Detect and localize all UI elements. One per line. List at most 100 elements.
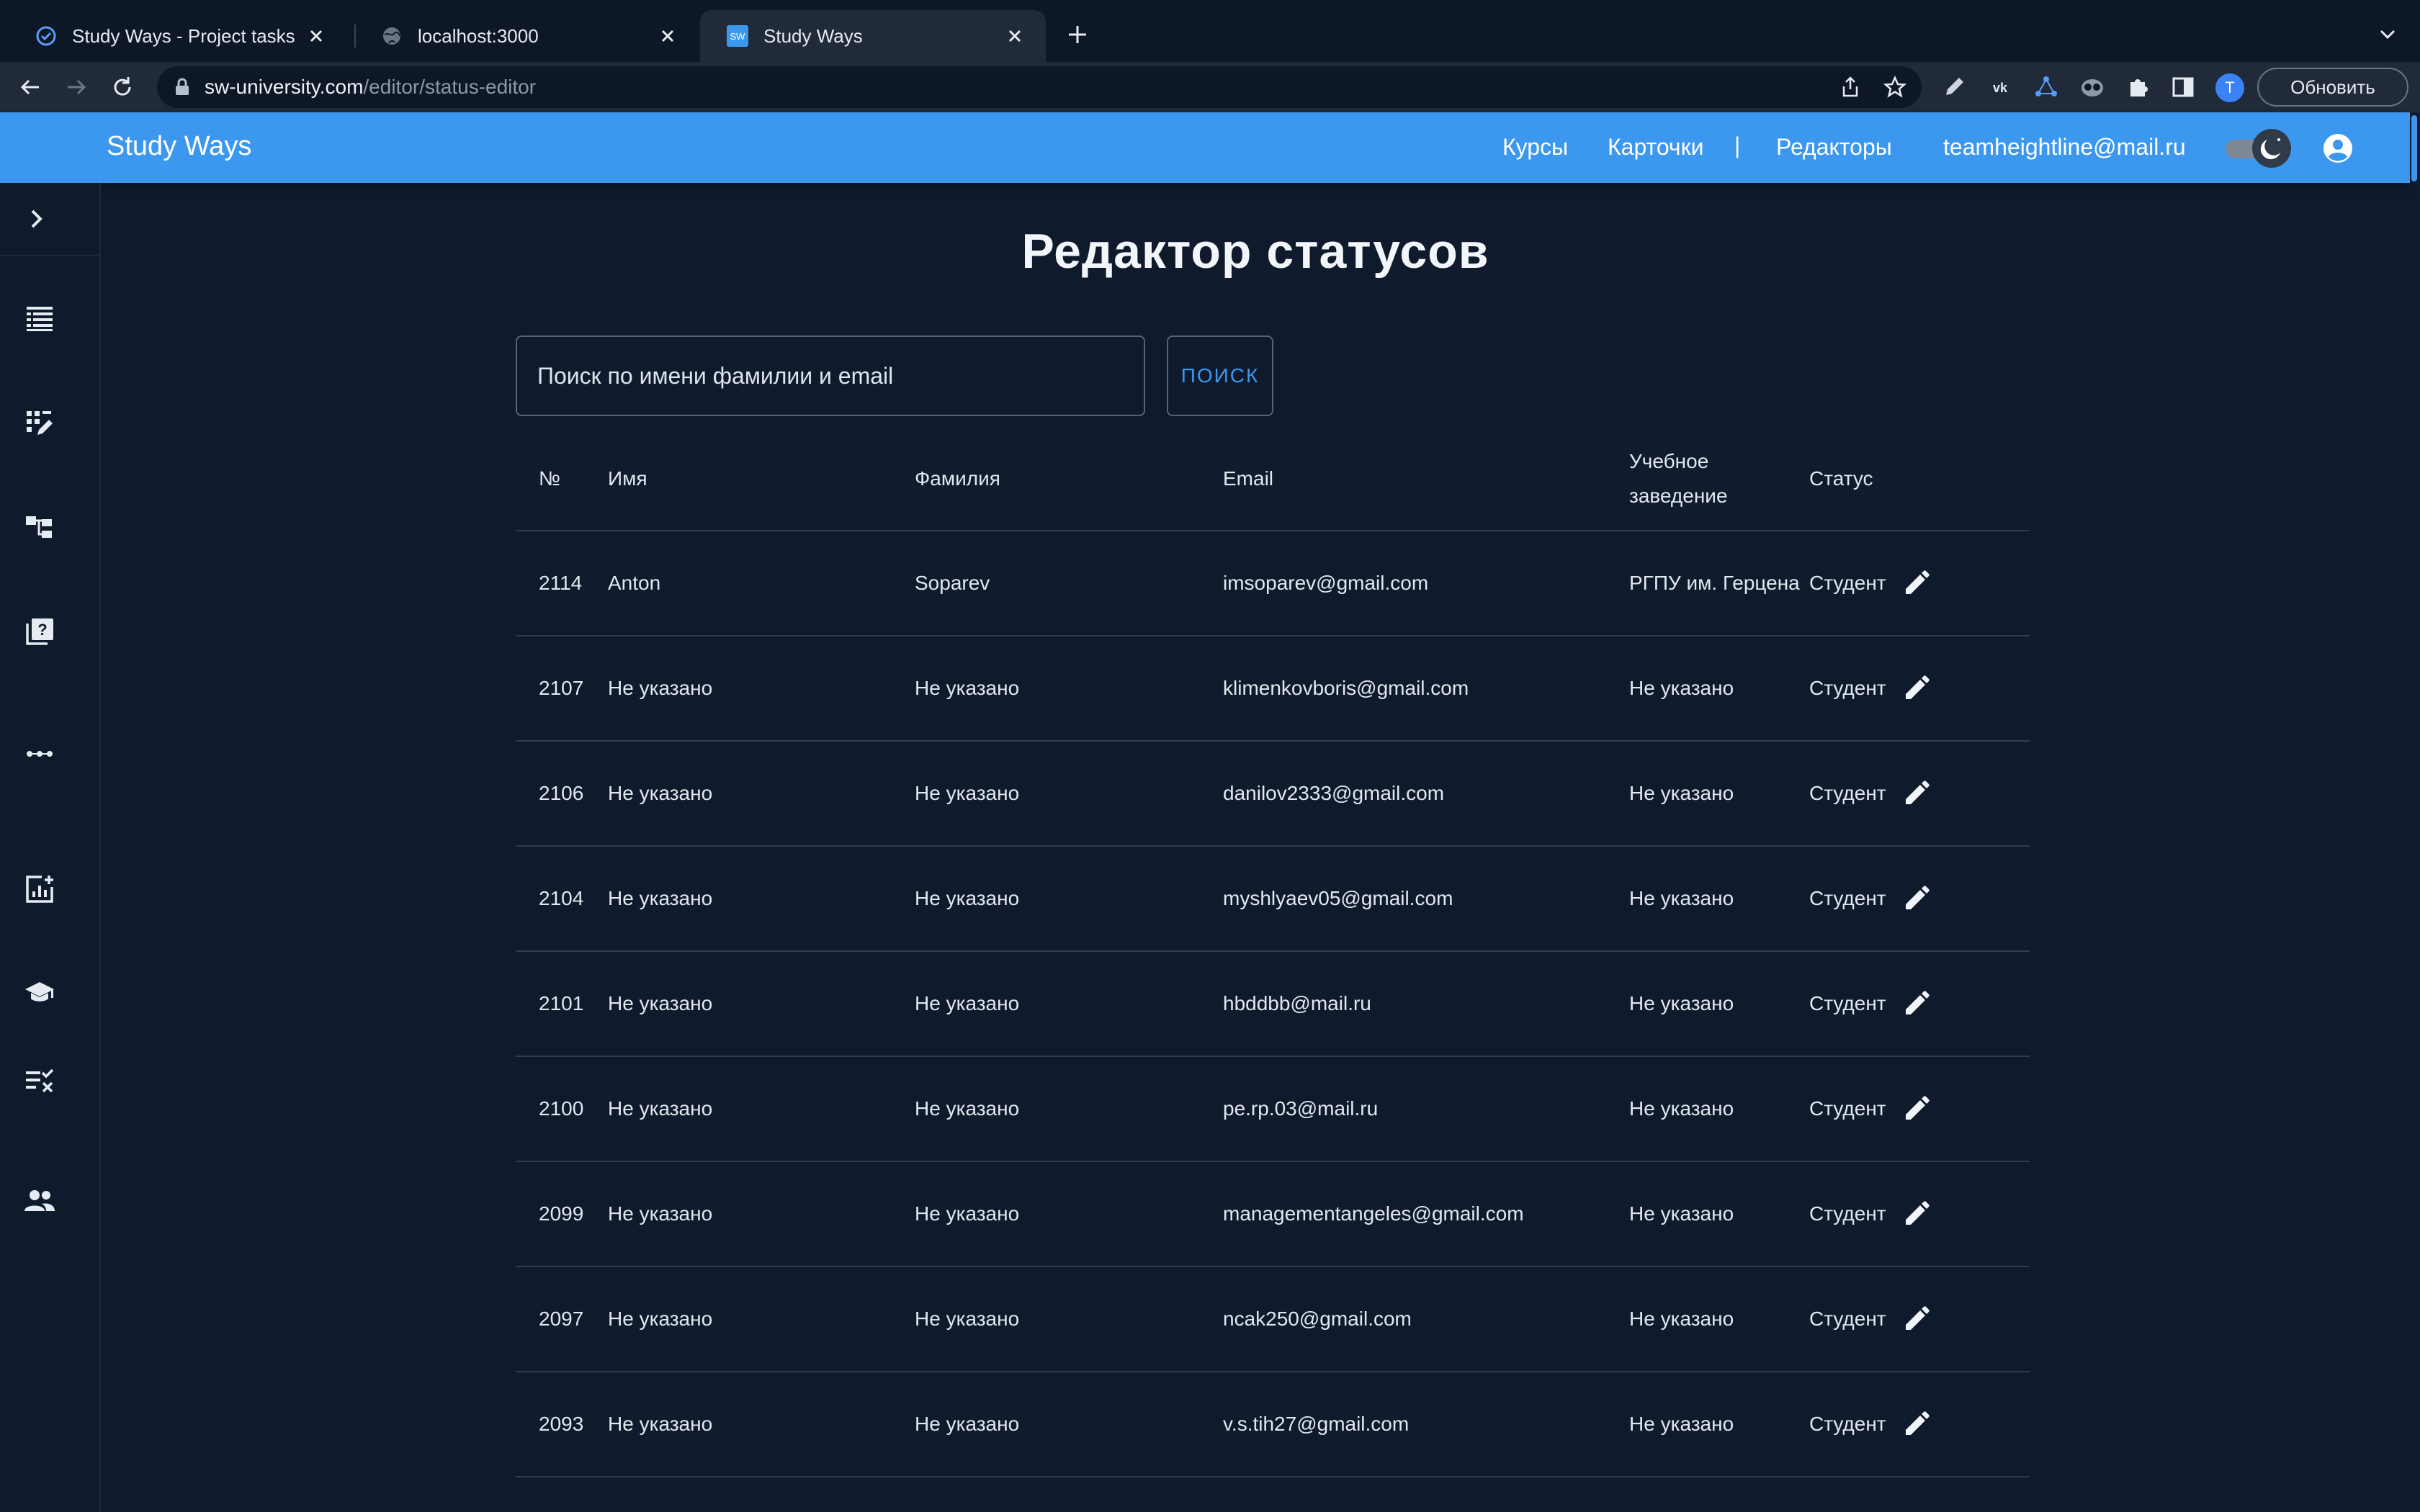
close-icon[interactable]: [657, 25, 678, 47]
quiz-icon[interactable]: ?: [23, 615, 56, 648]
status-text: Студент: [1809, 1097, 1886, 1120]
add-chart-icon[interactable]: [23, 873, 56, 906]
tab-study-ways[interactable]: SW Study Ways: [700, 10, 1046, 62]
cell-status: Студент: [1809, 1198, 1932, 1230]
search-input[interactable]: Поиск по имени фамилии и email: [516, 336, 1145, 416]
cell-surname: Не указано: [915, 1308, 1020, 1330]
cell-name: Не указано: [608, 782, 713, 804]
user-email[interactable]: teamheightline@mail.ru: [1943, 134, 2186, 161]
cell-institution: Не указано: [1629, 992, 1734, 1014]
app-header: Study Ways Курсы Карточки | Редакторы te…: [0, 112, 2410, 183]
cell-id: 2097: [539, 1308, 584, 1330]
page-title: Редактор статусов: [1021, 224, 1489, 279]
cell-institution: Не указано: [1629, 1413, 1734, 1435]
cell-surname: Не указано: [915, 782, 1020, 804]
url-host: sw-university.com: [205, 76, 364, 98]
pen-extension-icon[interactable]: [1940, 73, 1968, 101]
nav-link-editors[interactable]: Редакторы: [1776, 134, 1892, 161]
table-row: 2101 Не указано Не указано hbddbb@mail.r…: [516, 952, 2030, 1057]
school-icon[interactable]: [23, 976, 56, 1009]
back-arrow-icon[interactable]: [17, 74, 43, 100]
cell-status: Студент: [1809, 567, 1932, 599]
table-body: 2114 Anton Soparev imsoparev@gmail.com Р…: [516, 531, 2030, 1477]
network-extension-icon[interactable]: [2033, 73, 2060, 101]
table-row: 2093 Не указано Не указано v.s.tih27@gma…: [516, 1372, 2030, 1477]
task-check-icon: [36, 26, 56, 46]
tab-label: Study Ways: [763, 24, 863, 47]
pencil-edit-icon[interactable]: [1901, 988, 1932, 1020]
update-browser-button[interactable]: Обновить: [2257, 68, 2408, 107]
hierarchy-icon[interactable]: [23, 510, 56, 544]
chevron-down-icon[interactable]: [2377, 23, 2398, 45]
cell-name: Не указано: [608, 677, 713, 699]
cell-surname: Не указано: [915, 677, 1020, 699]
profile-avatar[interactable]: T: [2215, 73, 2244, 102]
column-header-institution: Учебное заведение: [1629, 450, 1728, 507]
cell-surname: Не указано: [915, 1413, 1020, 1435]
address-bar[interactable]: sw-university.com /editor/status-editor: [157, 66, 1922, 108]
close-icon[interactable]: [305, 25, 327, 47]
pencil-edit-icon[interactable]: [1901, 672, 1932, 704]
users-status-table: № Имя Фамилия Email Учебное заведение Ст…: [516, 428, 2030, 1477]
edit-grid-icon[interactable]: [23, 406, 56, 439]
cell-name: Не указано: [608, 1413, 713, 1435]
theme-toggle-switch[interactable]: [2223, 128, 2295, 168]
people-icon[interactable]: [23, 1184, 56, 1217]
new-tab-icon[interactable]: [1065, 22, 1090, 48]
tab-project-tasks[interactable]: Study Ways - Project tasks - W: [9, 10, 347, 62]
tab-localhost[interactable]: localhost:3000: [354, 10, 699, 62]
page-scrollbar-track[interactable]: [2410, 112, 2420, 1512]
cell-surname: Не указано: [915, 887, 1020, 909]
cell-institution: Не указано: [1629, 887, 1734, 909]
svg-text:vk: vk: [1993, 81, 2008, 95]
favicon-text: SW: [730, 31, 746, 42]
cell-institution: Не указано: [1629, 782, 1734, 804]
owl-extension-icon[interactable]: [2079, 73, 2106, 101]
cell-name: Не указано: [608, 992, 713, 1014]
page-scrollbar-thumb[interactable]: [2411, 115, 2417, 181]
close-icon[interactable]: [1004, 25, 1026, 47]
status-text: Студент: [1809, 992, 1886, 1014]
brand-logo[interactable]: Study Ways: [107, 131, 251, 162]
nav-link-cards[interactable]: Карточки: [1608, 134, 1703, 161]
vk-extension-icon[interactable]: vk: [1986, 73, 2014, 101]
more-dots-icon[interactable]: [23, 737, 56, 770]
status-text: Студент: [1809, 782, 1886, 804]
cell-id: 2099: [539, 1202, 584, 1225]
url-path: /editor/status-editor: [363, 76, 537, 98]
checklist-icon[interactable]: [23, 1063, 56, 1096]
reload-icon[interactable]: [109, 74, 135, 100]
pencil-edit-icon[interactable]: [1901, 567, 1932, 599]
table-row: 2104 Не указано Не указано myshlyaev05@g…: [516, 847, 2030, 952]
puzzle-extensions-icon[interactable]: [2125, 73, 2152, 101]
pencil-edit-icon[interactable]: [1901, 778, 1932, 809]
share-icon[interactable]: [1838, 75, 1863, 99]
cell-email: imsoparev@gmail.com: [1223, 572, 1429, 594]
search-button[interactable]: ПОИСК: [1167, 336, 1273, 416]
pencil-edit-icon[interactable]: [1901, 1303, 1932, 1335]
forward-arrow-icon[interactable]: [63, 74, 89, 100]
star-bookmark-icon[interactable]: [1883, 75, 1907, 99]
table-header: № Имя Фамилия Email Учебное заведение Ст…: [516, 428, 2030, 531]
cell-surname: Soparev: [915, 572, 990, 594]
pencil-edit-icon[interactable]: [1901, 1198, 1932, 1230]
browser-tab-strip: Study Ways - Project tasks - W localhost…: [0, 0, 2420, 62]
cell-id: 2114: [539, 572, 583, 594]
cell-institution: Не указано: [1629, 677, 1734, 699]
cell-name: Не указано: [608, 1097, 713, 1120]
status-text: Студент: [1809, 572, 1886, 594]
cell-name: Не указано: [608, 887, 713, 909]
cell-id: 2107: [539, 677, 584, 699]
pencil-edit-icon[interactable]: [1901, 1408, 1932, 1440]
table-list-icon[interactable]: [23, 302, 56, 335]
account-circle-icon[interactable]: [2322, 132, 2354, 164]
side-panel-icon[interactable]: [2169, 73, 2197, 101]
nav-link-courses[interactable]: Курсы: [1502, 134, 1568, 161]
pencil-edit-icon[interactable]: [1901, 1093, 1932, 1125]
status-text: Студент: [1809, 887, 1886, 909]
cell-email: danilov2333@gmail.com: [1223, 782, 1445, 804]
chevron-right-icon[interactable]: [22, 204, 50, 233]
cell-institution: Не указано: [1629, 1202, 1734, 1225]
cell-id: 2106: [539, 782, 584, 804]
pencil-edit-icon[interactable]: [1901, 883, 1932, 914]
